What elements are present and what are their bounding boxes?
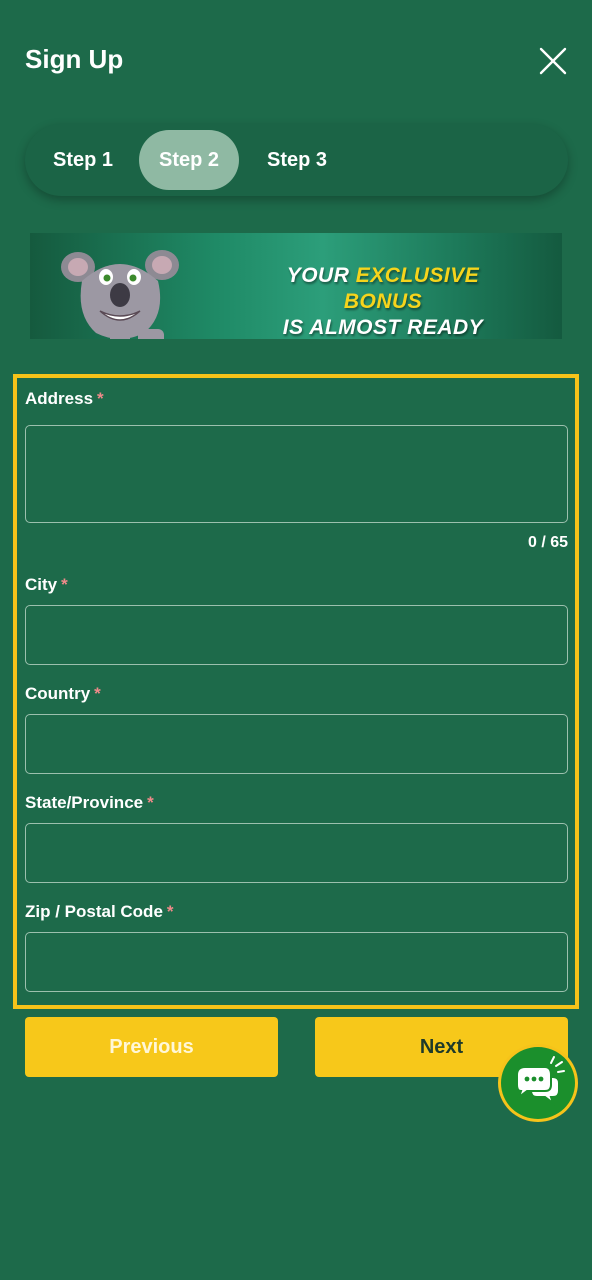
close-icon	[539, 47, 567, 75]
state-label-text: State/Province	[25, 793, 144, 812]
city-field[interactable]	[25, 605, 568, 665]
address-label: Address *	[25, 389, 104, 409]
tab-step-2[interactable]: Step 2	[139, 130, 239, 190]
required-mark: *	[147, 793, 154, 812]
step-tabs: Step 1 Step 2 Step 3	[25, 124, 568, 196]
tab-step-1[interactable]: Step 1	[33, 130, 133, 190]
country-field[interactable]	[25, 714, 568, 774]
chat-bubbles-icon	[516, 1056, 565, 1106]
required-mark: *	[97, 389, 104, 408]
close-button[interactable]	[534, 42, 572, 80]
zip-label-text: Zip / Postal Code	[25, 902, 163, 921]
required-mark: *	[61, 575, 68, 594]
chat-button[interactable]	[498, 1044, 578, 1122]
state-label: State/Province *	[25, 793, 154, 813]
required-mark: *	[166, 902, 174, 921]
address-label-text: Address	[25, 389, 94, 408]
country-label: Country *	[25, 684, 101, 704]
banner-headline: YOUR EXCLUSIVE BONUS IS ALMOST READY	[248, 263, 518, 339]
koala-mascot	[61, 250, 179, 339]
banner-line1-prefix: YOUR	[286, 264, 356, 287]
previous-button[interactable]: Previous	[25, 1017, 278, 1077]
page-title: Sign Up	[25, 44, 124, 74]
country-label-text: Country	[25, 684, 91, 703]
banner-line2: IS ALMOST READY	[282, 316, 484, 339]
zip-label: Zip / Postal Code *	[25, 902, 174, 922]
state-field[interactable]	[25, 823, 568, 883]
banner-line1-highlight: EXCLUSIVE BONUS	[343, 264, 480, 313]
tab-step-3[interactable]: Step 3	[247, 130, 347, 190]
zip-field[interactable]	[25, 932, 568, 992]
address-char-counter: 0 / 65	[527, 534, 568, 551]
city-label-text: City	[25, 575, 58, 594]
address-field[interactable]	[25, 425, 568, 523]
city-label: City *	[25, 575, 68, 595]
bonus-banner: YOUR EXCLUSIVE BONUS IS ALMOST READY	[30, 233, 562, 339]
required-mark: *	[94, 684, 101, 703]
signup-page: Sign Up Step 1 Step 2 Step 3 YOUR EXCLUS…	[0, 0, 592, 1280]
